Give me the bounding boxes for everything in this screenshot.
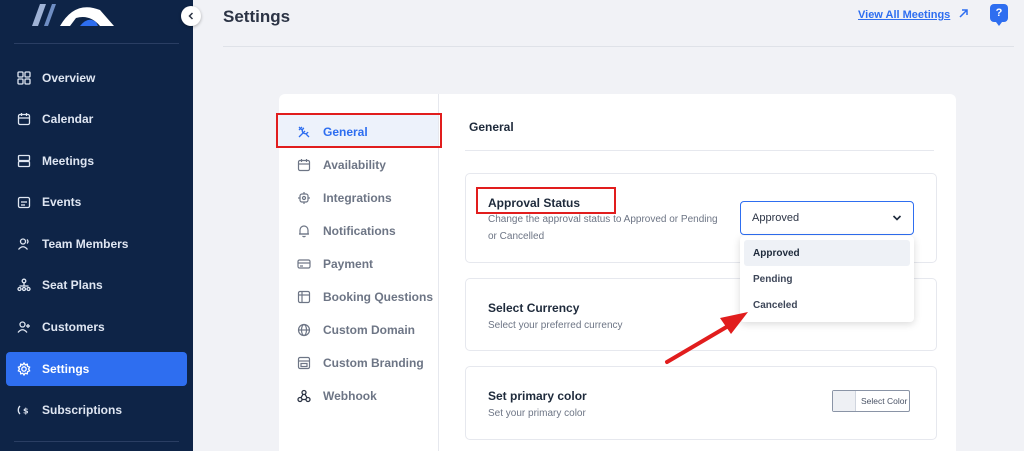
seat-plan-icon: [17, 278, 31, 292]
event-icon: [17, 195, 31, 209]
sidebar-item-label: Settings: [42, 362, 90, 376]
sidebar-item-subscriptions[interactable]: $ Subscriptions: [6, 393, 187, 427]
tab-custom-branding[interactable]: Custom Branding: [279, 346, 438, 379]
sidebar-item-events[interactable]: Events: [6, 185, 187, 219]
sidebar-divider: [14, 441, 179, 442]
sidebar-item-overview[interactable]: Overview: [6, 61, 187, 95]
form-icon: [297, 290, 311, 304]
dollar-icon: $: [17, 403, 31, 417]
currency-title: Select Currency: [488, 301, 580, 315]
chip-icon: [297, 191, 311, 205]
users-icon: [17, 237, 31, 251]
sidebar-item-label: Team Members: [42, 237, 129, 251]
bell-icon: [297, 224, 311, 238]
tab-integrations[interactable]: Integrations: [279, 181, 438, 214]
tab-label: Webhook: [323, 388, 377, 403]
sidebar-item-seat-plans[interactable]: Seat Plans: [6, 268, 187, 302]
primary-color-description: Set your primary color: [488, 408, 586, 419]
dropdown-option-canceled[interactable]: Canceled: [744, 292, 910, 318]
tab-payment[interactable]: Payment: [279, 247, 438, 280]
sidebar-collapse-button[interactable]: [181, 6, 201, 26]
section-title: General: [469, 120, 514, 134]
tab-label: Booking Questions: [323, 289, 434, 304]
settings-nav: General Availability Integrations Notifi…: [279, 94, 439, 451]
selected-value: Approved: [752, 212, 800, 224]
approval-status-select[interactable]: Approved: [740, 201, 914, 235]
tab-label: Notifications: [323, 223, 396, 238]
sidebar-item-team-members[interactable]: Team Members: [6, 227, 187, 261]
view-all-meetings-link[interactable]: View All Meetings: [858, 9, 969, 21]
arrow-up-right-icon: [959, 9, 969, 21]
server-icon: [17, 154, 31, 168]
dropdown-option-pending[interactable]: Pending: [744, 266, 910, 292]
sidebar-item-label: Meetings: [42, 154, 95, 168]
calendar-icon: [297, 158, 311, 172]
currency-description: Select your preferred currency: [488, 320, 623, 331]
header-divider: [223, 46, 1014, 47]
tab-custom-domain[interactable]: Custom Domain: [279, 313, 438, 346]
webhook-icon: [297, 389, 311, 403]
tab-label: Custom Domain: [323, 322, 416, 337]
sidebar-item-customers[interactable]: Customers: [6, 310, 187, 344]
select-color-button[interactable]: Select Color: [832, 390, 910, 412]
approval-status-dropdown: Approved Pending Canceled: [740, 236, 914, 322]
chevron-left-icon: [188, 12, 194, 20]
sidebar: Overview Calendar Meetings Events Team M…: [0, 0, 193, 451]
tab-booking-questions[interactable]: Booking Questions: [279, 280, 438, 313]
help-icon[interactable]: ?: [990, 4, 1008, 26]
page-title: Settings: [223, 7, 291, 26]
tab-label: General: [323, 124, 368, 139]
tab-label: Availability: [323, 157, 386, 172]
brand-logo: [32, 4, 114, 26]
tab-label: Payment: [323, 256, 374, 271]
tab-availability[interactable]: Availability: [279, 148, 438, 181]
user-plus-icon: [17, 320, 31, 334]
tab-general[interactable]: General: [279, 115, 438, 148]
card-icon: [297, 257, 311, 271]
gear-icon: [17, 362, 31, 376]
sidebar-item-settings[interactable]: Settings: [6, 352, 187, 386]
tab-notifications[interactable]: Notifications: [279, 214, 438, 247]
tab-webhook[interactable]: Webhook: [279, 379, 438, 412]
chevron-down-icon: [892, 215, 902, 221]
sidebar-item-label: Calendar: [42, 112, 94, 126]
branding-icon: [297, 356, 311, 370]
sidebar-item-label: Seat Plans: [42, 278, 103, 292]
primary-color-title: Set primary color: [488, 389, 587, 403]
view-all-meetings-label: View All Meetings: [858, 9, 951, 21]
calendar-icon: [17, 112, 31, 126]
sidebar-divider: [14, 43, 179, 44]
dropdown-option-approved[interactable]: Approved: [744, 240, 910, 266]
color-swatch: [833, 391, 856, 411]
sidebar-item-label: Subscriptions: [42, 403, 123, 417]
tab-label: Custom Branding: [323, 355, 424, 370]
help-label: ?: [995, 7, 1003, 19]
sidebar-item-meetings[interactable]: Meetings: [6, 144, 187, 178]
sidebar-item-label: Overview: [42, 71, 96, 85]
sidebar-item-label: Events: [42, 195, 82, 209]
approval-status-title: Approval Status: [488, 196, 581, 210]
globe-icon: [297, 323, 311, 337]
sidebar-item-calendar[interactable]: Calendar: [6, 102, 187, 136]
sidebar-item-label: Customers: [42, 320, 105, 334]
svg-text:$: $: [23, 407, 29, 416]
approval-status-description: Change the approval status to Approved o…: [488, 214, 718, 242]
section-divider: [465, 150, 934, 151]
tools-icon: [297, 125, 311, 139]
grid-icon: [17, 71, 31, 85]
select-color-label: Select Color: [861, 396, 908, 406]
tab-label: Integrations: [323, 190, 392, 205]
